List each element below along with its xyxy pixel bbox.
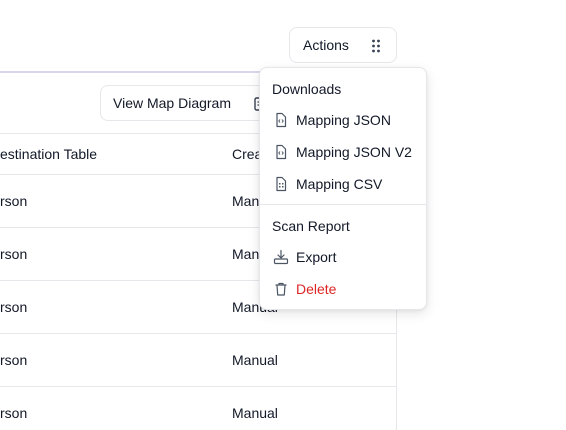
- cell-created: Man: [232, 193, 260, 209]
- cell-destination: rson: [0, 246, 28, 262]
- menu-item-label: Mapping CSV: [296, 176, 383, 192]
- actions-button-label: Actions: [303, 37, 349, 53]
- menu-item-mapping-csv[interactable]: Mapping CSV: [260, 170, 426, 198]
- menu-item-export[interactable]: Export: [260, 243, 426, 271]
- menu-item-label: Mapping JSON: [296, 112, 391, 128]
- menu-item-mapping-json-v2[interactable]: Mapping JSON V2: [260, 138, 426, 166]
- grip-dots-icon: [372, 39, 380, 53]
- menu-item-mapping-json[interactable]: Mapping JSON: [260, 106, 426, 134]
- scan-report-section-label: Scan Report: [272, 218, 350, 234]
- file-code-icon: [276, 112, 287, 128]
- view-map-diagram-label: View Map Diagram: [113, 95, 232, 111]
- row-divider: [0, 386, 397, 387]
- file-code-icon: [276, 144, 287, 160]
- trash-icon: [275, 282, 287, 296]
- cell-created: Man: [232, 246, 260, 262]
- cell-destination: rson: [0, 405, 28, 421]
- menu-item-delete[interactable]: Delete: [260, 275, 426, 303]
- download-tray-icon: [273, 249, 289, 265]
- cell-destination: rson: [0, 193, 28, 209]
- row-divider: [0, 333, 397, 334]
- downloads-section-label: Downloads: [272, 81, 342, 97]
- menu-item-label: Delete: [296, 281, 337, 297]
- page: View Map Diagram estination Table Crea r…: [0, 0, 566, 430]
- menu-item-label: Export: [296, 249, 337, 265]
- actions-dropdown-menu: Downloads Mapping JSON Mapping JSON V2 M…: [259, 67, 427, 310]
- menu-item-label: Mapping JSON V2: [296, 144, 412, 160]
- menu-separator: [260, 204, 426, 205]
- cell-destination: rson: [0, 352, 28, 368]
- actions-button[interactable]: Actions: [289, 27, 397, 63]
- column-header-destination-table: estination Table: [0, 146, 98, 162]
- column-header-created: Crea: [232, 146, 263, 162]
- cell-created: Manual: [232, 405, 278, 421]
- cell-created: Manual: [232, 352, 278, 368]
- file-spreadsheet-icon: [276, 176, 287, 192]
- cell-destination: rson: [0, 299, 28, 315]
